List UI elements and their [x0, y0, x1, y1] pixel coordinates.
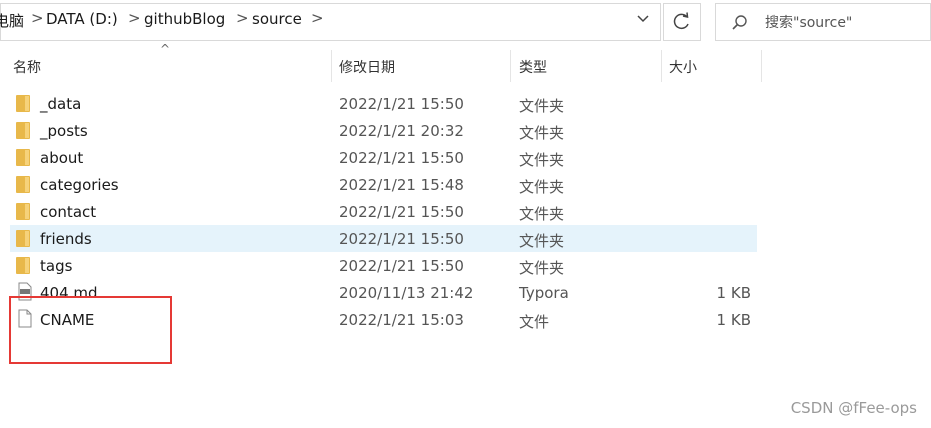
- column-divider[interactable]: [510, 50, 511, 82]
- column-divider[interactable]: [761, 50, 762, 82]
- file-modified: 2022/1/21 15:50: [339, 95, 464, 113]
- file-row[interactable]: contact 2022/1/21 15:50 文件夹: [10, 198, 757, 225]
- file-type: 文件夹: [519, 178, 565, 196]
- column-header-type[interactable]: 类型: [519, 57, 547, 77]
- file-name[interactable]: _posts: [40, 122, 88, 140]
- file-type: 文件夹: [519, 205, 565, 223]
- chevron-down-icon[interactable]: [634, 8, 652, 30]
- file-type: 文件夹: [519, 259, 565, 277]
- breadcrumb-separator[interactable]: >: [128, 9, 141, 27]
- file-row[interactable]: tags 2022/1/21 15:50 文件夹: [10, 252, 757, 279]
- file-row[interactable]: categories 2022/1/21 15:48 文件夹: [10, 171, 757, 198]
- folder-icon: [16, 95, 30, 112]
- file-size: 1 KB: [716, 284, 751, 302]
- column-header-modified[interactable]: 修改日期: [339, 57, 395, 77]
- folder-icon: [16, 257, 30, 274]
- column-header-size[interactable]: 大小: [669, 57, 697, 77]
- file-name[interactable]: about: [40, 149, 83, 167]
- file-type: 文件: [519, 313, 550, 331]
- sort-ascending-icon: ^: [160, 42, 171, 56]
- file-row[interactable]: friends 2022/1/21 15:50 文件夹: [10, 225, 757, 252]
- file-row[interactable]: _posts 2022/1/21 20:32 文件夹: [10, 117, 757, 144]
- file-type: 文件夹: [519, 124, 565, 142]
- file-name[interactable]: friends: [40, 230, 92, 248]
- file-name[interactable]: _data: [40, 95, 81, 113]
- file-type: Typora: [519, 284, 569, 302]
- breadcrumb-item-computer[interactable]: 电脑: [0, 10, 24, 31]
- folder-icon: [16, 203, 30, 220]
- file-size: 1 KB: [716, 311, 751, 329]
- search-placeholder: 搜索"source": [765, 15, 853, 31]
- breadcrumb-separator[interactable]: >: [311, 9, 324, 27]
- file-modified: 2022/1/21 15:48: [339, 176, 464, 194]
- folder-icon: [16, 149, 30, 166]
- search-icon: [732, 15, 747, 30]
- file-row[interactable]: _data 2022/1/21 15:50 文件夹: [10, 90, 757, 117]
- folder-icon: [16, 122, 30, 139]
- file-modified: 2022/1/21 15:03: [339, 311, 464, 329]
- file-row[interactable]: about 2022/1/21 15:50 文件夹: [10, 144, 757, 171]
- refresh-button[interactable]: [663, 3, 701, 41]
- breadcrumb-separator[interactable]: >: [236, 9, 249, 27]
- column-header-name[interactable]: 名称: [13, 57, 41, 77]
- file-modified: 2022/1/21 15:50: [339, 257, 464, 275]
- file-modified: 2020/11/13 21:42: [339, 284, 474, 302]
- file-type: 文件夹: [519, 151, 565, 169]
- file-modified: 2022/1/21 15:50: [339, 230, 464, 248]
- file-name[interactable]: categories: [40, 176, 119, 194]
- file-type: 文件夹: [519, 97, 565, 115]
- folder-icon: [16, 176, 30, 193]
- file-name[interactable]: tags: [40, 257, 72, 275]
- breadcrumb-item-source[interactable]: source: [252, 10, 302, 28]
- breadcrumb-item-githubblog[interactable]: githubBlog: [144, 10, 225, 28]
- breadcrumb-separator[interactable]: >: [31, 9, 44, 27]
- highlight-box: [9, 296, 172, 364]
- folder-icon: [16, 230, 30, 247]
- watermark: CSDN @fFee-ops: [790, 399, 917, 417]
- file-modified: 2022/1/21 15:50: [339, 149, 464, 167]
- breadcrumb-item-drive[interactable]: DATA (D:): [46, 10, 118, 28]
- file-modified: 2022/1/21 15:50: [339, 203, 464, 221]
- refresh-icon: [673, 12, 689, 30]
- file-name[interactable]: contact: [40, 203, 96, 221]
- column-divider[interactable]: [661, 50, 662, 82]
- file-modified: 2022/1/21 20:32: [339, 122, 464, 140]
- file-type: 文件夹: [519, 232, 565, 250]
- column-divider[interactable]: [331, 50, 332, 82]
